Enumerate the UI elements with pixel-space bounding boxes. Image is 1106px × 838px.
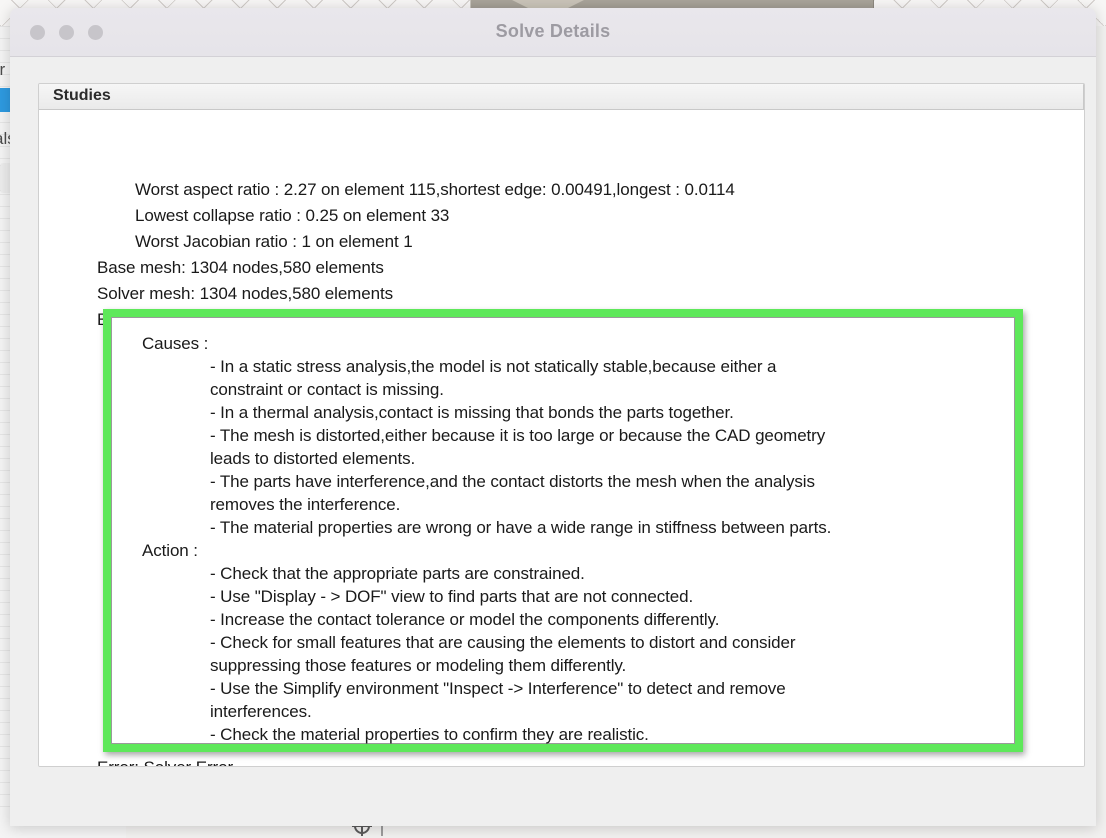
column-header-studies: Studies [53, 87, 111, 104]
action-line: interferences. [210, 702, 312, 721]
cause-line: - The parts have interference,and the co… [210, 472, 815, 491]
cause-line: - In a static stress analysis,the model … [210, 357, 777, 376]
action-line: - Check that the appropriate parts are c… [210, 564, 585, 583]
dialog-titlebar[interactable]: Solve Details [10, 8, 1096, 57]
error-explanation-panel: Causes :- In a static stress analysis,th… [111, 317, 1015, 744]
action-line: - Use "Display - > DOF" view to find par… [210, 587, 694, 606]
cause-line: - In a thermal analysis,contact is missi… [210, 403, 734, 422]
dialog-bottom-strip [10, 807, 1096, 826]
dialog-body: Studies Worst aspect ratio : 2.27 on ele… [10, 57, 1096, 826]
log-line: Lowest collapse ratio : 0.25 on element … [135, 206, 450, 225]
cause-line: - The mesh is distorted,either because i… [210, 426, 826, 445]
dialog-title: Solve Details [495, 21, 611, 41]
background-selection-chip [0, 88, 10, 112]
solve-details-dialog: Solve Details Studies Worst aspect ratio… [10, 8, 1096, 826]
action-line: - Check the material properties to confi… [210, 725, 649, 744]
column-divider[interactable] [1083, 84, 1084, 109]
action-line: suppressing those features or modeling t… [210, 656, 627, 675]
cause-line: removes the interference. [210, 495, 401, 514]
log-line: Error: Solver Error [97, 758, 233, 766]
log-line: Worst Jacobian ratio : 1 on element 1 [135, 232, 413, 251]
log-line: Worst aspect ratio : 2.27 on element 115… [135, 180, 735, 199]
log-line: Base mesh: 1304 nodes,580 elements [97, 258, 384, 277]
action-line: - Check for small features that are caus… [210, 633, 796, 652]
causes-heading: Causes : [142, 334, 209, 353]
error-explanation-highlight: Causes :- In a static stress analysis,th… [103, 309, 1023, 752]
table-column-header[interactable]: Studies [39, 84, 1084, 110]
action-heading: Action : [142, 541, 198, 560]
action-line: - Increase the contact tolerance or mode… [210, 610, 720, 629]
cause-line: - The material properties are wrong or h… [210, 518, 832, 537]
log-line: Solver mesh: 1304 nodes,580 elements [97, 284, 393, 303]
action-line: - Use the Simplify environment "Inspect … [210, 679, 786, 698]
cause-line: constraint or contact is missing. [210, 380, 444, 399]
cause-line: leads to distorted elements. [210, 449, 416, 468]
